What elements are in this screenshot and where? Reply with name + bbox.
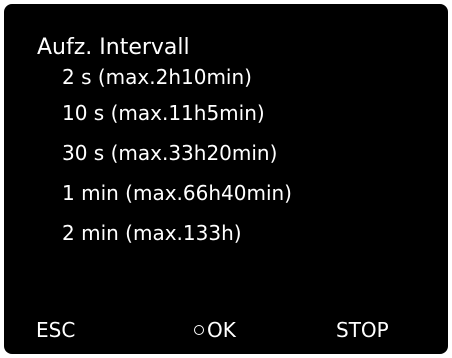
stop-softkey[interactable]: STOP [336,318,389,342]
ok-softkey-label: OK [207,318,236,342]
interval-option-10s[interactable]: 10 s (max.11h5min) [62,100,292,140]
interval-option-2min[interactable]: 2 min (max.133h) [62,220,292,260]
interval-option-2s[interactable]: 2 s (max.2h10min) [62,64,292,100]
softkey-bar: ESC OK STOP [4,318,448,348]
interval-option-list: 2 s (max.2h10min) 10 s (max.11h5min) 30 … [62,64,292,260]
interval-option-1min[interactable]: 1 min (max.66h40min) [62,180,292,220]
esc-softkey[interactable]: ESC [36,318,75,342]
menu-title: Aufz. Intervall [37,35,190,60]
ok-softkey[interactable]: OK [194,318,236,342]
ring-icon [194,325,204,335]
interval-option-30s[interactable]: 30 s (max.33h20min) [62,140,292,180]
device-display: Aufz. Intervall 2 s (max.2h10min) 10 s (… [4,4,448,354]
